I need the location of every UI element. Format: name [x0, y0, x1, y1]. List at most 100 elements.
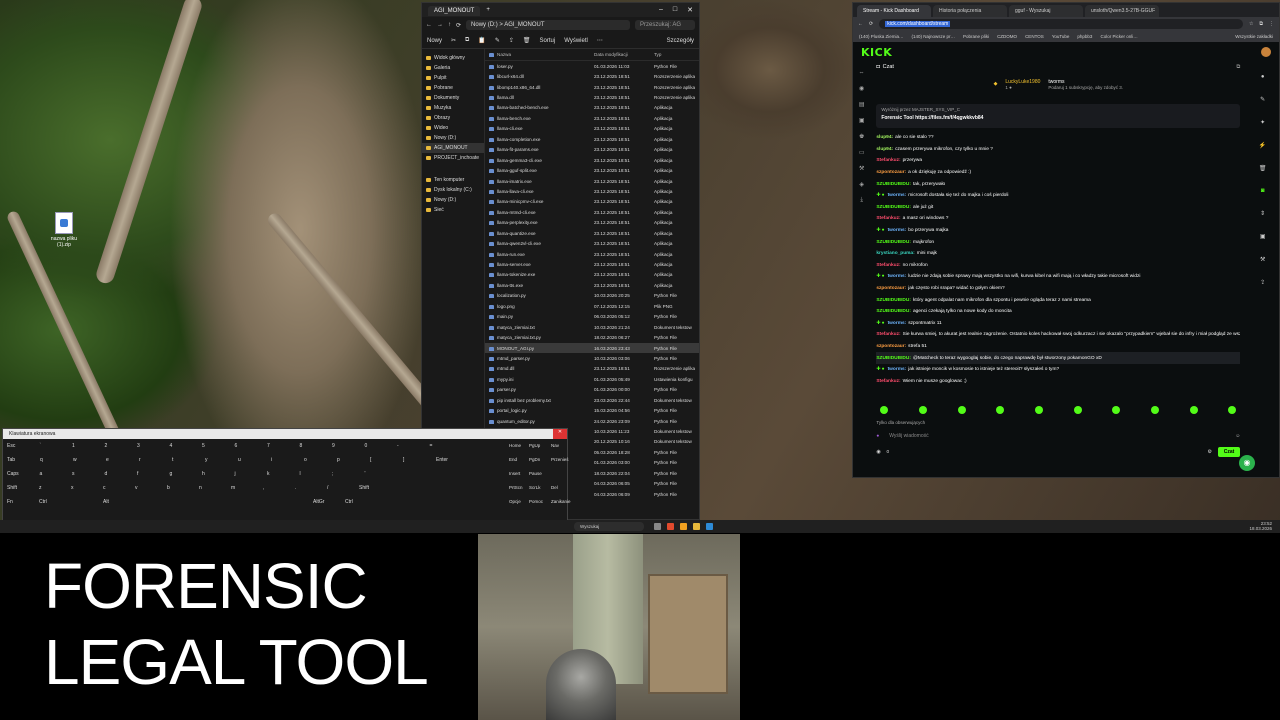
home-icon[interactable]: ◉	[859, 85, 864, 92]
chat-username[interactable]: Stefankuz:	[876, 332, 900, 337]
chat-message[interactable]: ✚ ● tworms: ludzie nie zdają sobie sprawy …	[876, 271, 1240, 283]
file-row[interactable]: matyca_ziemiai.txt 10.03.2026 21:24 Dokume…	[485, 322, 699, 332]
file-row[interactable]: mtmd_parser.py 10.03.2026 03:06 Python Fil…	[485, 353, 699, 363]
file-row[interactable]: llama-tts.exe 23.12.2025 18:51 Aplikacja	[485, 280, 699, 290]
share-icon[interactable]: ⇪	[1260, 279, 1265, 286]
user-icon[interactable]: ●	[1261, 74, 1265, 80]
nav-item[interactable]: Obrazy	[422, 113, 484, 123]
nav-item[interactable]: Widok główny	[422, 53, 484, 63]
chrome-icon[interactable]	[667, 523, 674, 530]
chat-message[interactable]: Stefankuz: Sie kurwa smiej, to akurat jes…	[876, 329, 1240, 341]
emote-icon[interactable]	[880, 406, 889, 414]
browser-tab[interactable]: gguf - Wyszukaj	[1009, 5, 1083, 17]
desktop-zip-file-icon[interactable]: nazwa pliku (1).zip	[44, 212, 84, 248]
keyboard-key[interactable]: Nav	[551, 443, 559, 448]
file-row[interactable]: llama-bench.exe 23.12.2025 18:51 Aplikacja	[485, 113, 699, 123]
keyboard-key[interactable]: Tab	[7, 457, 15, 463]
nav-item[interactable]: Nowy (D:)	[422, 133, 484, 143]
file-row[interactable]: llama-server.exe 23.12.2025 18:51 Aplikacj…	[485, 259, 699, 269]
emote-icon[interactable]	[996, 406, 1005, 414]
keyboard-key[interactable]: Opcje	[509, 499, 521, 504]
chat-username[interactable]: tworms:	[888, 274, 907, 279]
file-row[interactable]: mtmd.dll 23.12.2025 18:51 Rozszerzenie apl…	[485, 364, 699, 374]
nav-item[interactable]: AGI_MONOUT	[422, 143, 484, 153]
chat-message[interactable]: slup94: czasem przerywa mikrofon, czy tyl…	[876, 144, 1240, 156]
path-field[interactable]: Nowy (D:) > AGI_MONOUT	[466, 20, 630, 30]
keyboard-key[interactable]: ,	[263, 485, 264, 491]
keyboard-key[interactable]: 3	[137, 443, 140, 449]
keyboard-key[interactable]: 0	[365, 443, 368, 449]
keyboard-key[interactable]: l	[300, 471, 301, 477]
chat-message[interactable]: szpontozaur: jak często robi srapa? widać…	[876, 283, 1240, 295]
keyboard-key[interactable]: n	[199, 485, 202, 491]
emote-icon[interactable]	[1034, 406, 1043, 414]
file-row[interactable]: llama-minicpmv-cli.exe 23.12.2025 18:51 Ap…	[485, 197, 699, 207]
chat-username[interactable]: szpontozaur:	[876, 344, 906, 349]
chat-username[interactable]: SZUBIDUBIDU:	[876, 356, 911, 361]
menu-icon[interactable]: ⋮	[1269, 21, 1274, 27]
chat-message[interactable]: SZUBIDUBIDU: @Matcheck to teraz wygooglaj…	[876, 352, 1241, 364]
column-date[interactable]: Data modyfikacji	[594, 52, 654, 57]
column-type[interactable]: Typ	[654, 52, 695, 57]
keyboard-key[interactable]: `	[40, 443, 42, 449]
keyboard-key[interactable]: f	[137, 471, 138, 477]
keyboard-key[interactable]: Shift	[7, 485, 17, 491]
browser-icon[interactable]	[680, 523, 687, 530]
bookmark-item[interactable]: Color Picker onli…	[1100, 34, 1137, 39]
share-icon[interactable]: ⇪	[509, 37, 514, 44]
keyboard-key[interactable]: b	[167, 485, 170, 491]
refresh-icon[interactable]: ⟳	[456, 22, 461, 29]
back-icon[interactable]: ←	[858, 21, 863, 27]
explorer-tab[interactable]: AGI_MONOUT	[428, 6, 481, 16]
image-icon[interactable]: ▣	[1260, 233, 1266, 240]
emote-icon[interactable]	[1112, 406, 1121, 414]
keyboard-key[interactable]: s	[72, 471, 75, 477]
file-row[interactable]: MONOUT_AGI.py 16.03.2026 23:43 Python File	[485, 342, 699, 354]
chat-message[interactable]: slup94: ale co sie stalo ??	[876, 132, 1240, 144]
keyboard-key[interactable]: 2	[105, 443, 108, 449]
chat-username[interactable]: SZUBIDUBIDU:	[876, 298, 911, 303]
chat-message[interactable]: SZUBIDUBIDU: agenci czekają tylko na nowe…	[876, 306, 1240, 318]
chat-message[interactable]: SZUBIDUBIDU: który agent odpalat nam mikr…	[876, 294, 1240, 306]
emoji-icon[interactable]: ☺	[1235, 434, 1240, 439]
file-row[interactable]: quantum_editor.py 24.02.2026 23:09 Python …	[485, 416, 699, 426]
maximize-icon[interactable]: □	[673, 6, 677, 14]
chat-username[interactable]: SZUBIDUBIDU:	[876, 240, 911, 245]
pinned-text[interactable]: Forensic Tool https://files.fm/f/4qgwkkv…	[881, 115, 1235, 121]
keyboard-key[interactable]: x	[71, 485, 74, 491]
keyboard-key[interactable]: '	[365, 471, 366, 477]
chat-username[interactable]: SZUBIDUBIDU:	[876, 309, 911, 314]
taskbar-clock[interactable]: 23:52 18.03.2026	[1249, 521, 1272, 531]
keyboard-key[interactable]: ScrLk	[529, 485, 541, 490]
chat-message[interactable]: ✚ ● tworms: microsoft dostała się też do m…	[876, 190, 1240, 202]
new-tab-icon[interactable]: +	[486, 7, 490, 13]
chat-username[interactable]: tworms:	[888, 228, 907, 233]
nav-item[interactable]: Nowy (D:)	[422, 195, 484, 205]
keyboard-key[interactable]: Home	[509, 443, 521, 448]
keyboard-key[interactable]: z	[39, 485, 42, 491]
chat-username[interactable]: szpontozaur:	[876, 170, 906, 175]
chat-username[interactable]: Stefankuz:	[876, 263, 900, 268]
chat-message[interactable]: Stefankuz: a masz ori windows ?	[876, 213, 1240, 225]
keyboard-key[interactable]: Esc	[7, 443, 15, 449]
keyboard-key[interactable]: Zanikanie	[551, 499, 571, 504]
file-row[interactable]: llama-fit-params.exe 23.12.2025 18:51 Apli…	[485, 145, 699, 155]
keyboard-key[interactable]: 7	[267, 443, 270, 449]
chat-username[interactable]: tworms:	[888, 193, 907, 198]
file-row[interactable]: llama-tokenize.exe 23.12.2025 18:51 Aplika…	[485, 270, 699, 280]
paste-icon[interactable]: 📋	[478, 37, 485, 44]
url-bar[interactable]: kick.com/dashboard/stream	[879, 19, 1243, 29]
chat-message[interactable]: ✚ ● tworms: szpontmatrix 11	[876, 318, 1240, 330]
rename-icon[interactable]: ✎	[495, 37, 500, 44]
chat-message[interactable]: szpontozaur: strefa 51	[876, 341, 1240, 353]
keyboard-key[interactable]: k	[267, 471, 270, 477]
keyboard-key[interactable]: c	[103, 485, 106, 491]
details-button[interactable]: Szczegóły	[667, 38, 694, 44]
popout-icon[interactable]: ⧉	[1236, 64, 1240, 71]
keyboard-key[interactable]: Przenieś	[551, 457, 569, 462]
file-row[interactable]: loser.py 01.03.2026 11:03 Python File	[485, 61, 699, 71]
sort-button[interactable]: Sortuj	[540, 38, 556, 44]
star-icon[interactable]: ☆	[1249, 21, 1253, 27]
more-icon[interactable]: ⋯	[597, 37, 603, 44]
monetization-icon[interactable]: ◈	[859, 181, 864, 188]
